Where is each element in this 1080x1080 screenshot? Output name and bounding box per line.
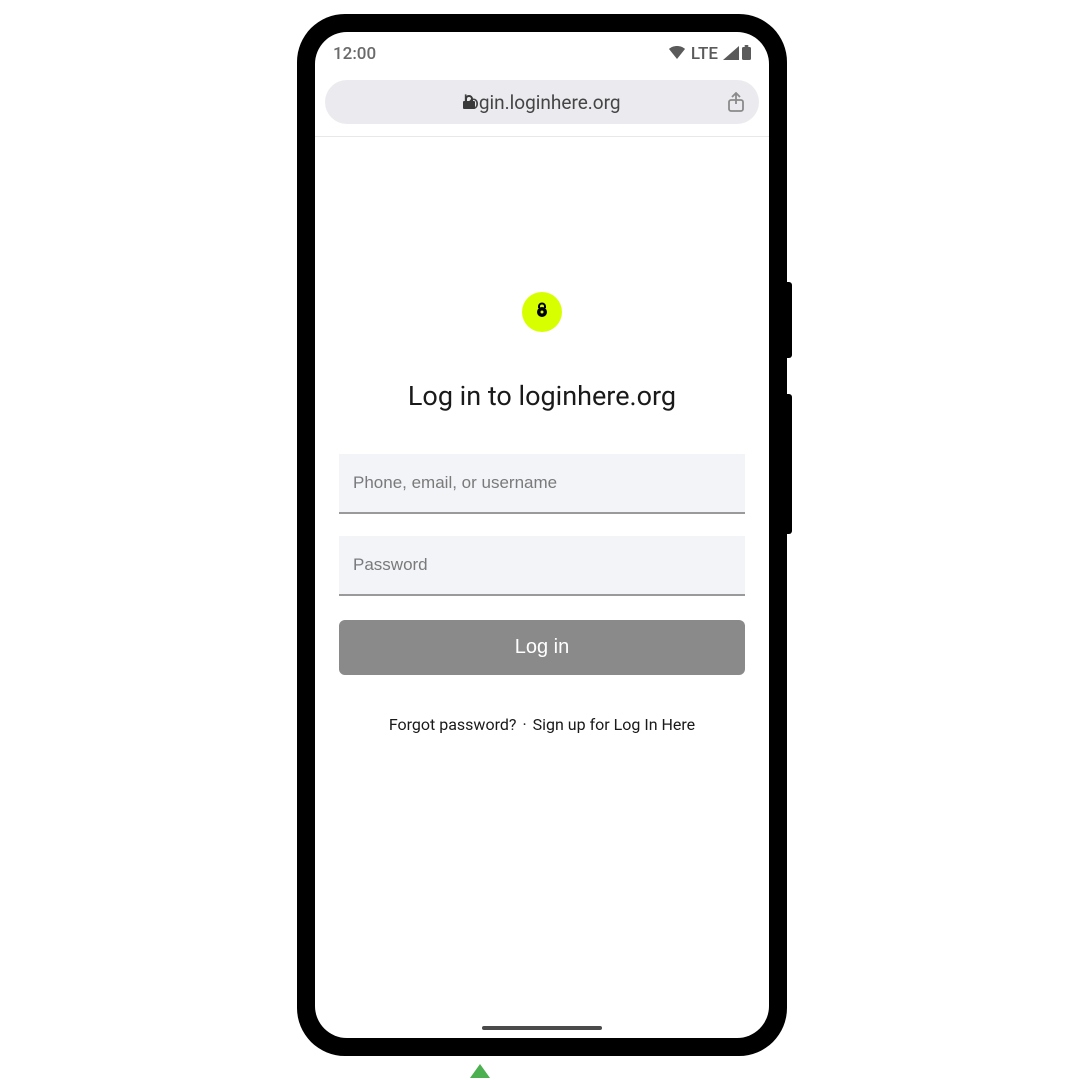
address-bar[interactable]: login.loginhere.org (325, 80, 759, 124)
footer-separator: · (522, 715, 526, 734)
status-time: 12:00 (333, 44, 376, 64)
footer-links: Forgot password? · Sign up for Log In He… (389, 715, 695, 734)
status-bar: 12:00 LTE (315, 32, 769, 72)
phone-frame: 12:00 LTE login.loginhere.org (297, 14, 787, 1056)
cursor-arrow-icon (470, 1064, 490, 1078)
cell-signal-icon (723, 45, 739, 64)
username-input[interactable] (339, 454, 745, 514)
page-title: Log in to loginhere.org (408, 380, 676, 412)
signup-link[interactable]: Sign up for Log In Here (533, 715, 696, 734)
wifi-icon (668, 45, 686, 64)
home-indicator[interactable] (482, 1026, 602, 1030)
site-logo (522, 292, 562, 332)
network-type-label: LTE (691, 44, 718, 64)
logo-lock-icon (535, 302, 549, 322)
browser-chrome: login.loginhere.org (315, 72, 769, 137)
battery-icon (742, 45, 751, 64)
page-content: Log in to loginhere.org Log in Forgot pa… (315, 137, 769, 1038)
status-indicators: LTE (668, 44, 751, 64)
forgot-password-link[interactable]: Forgot password? (389, 715, 517, 734)
phone-screen: 12:00 LTE login.loginhere.org (315, 32, 769, 1038)
lock-icon (463, 95, 475, 109)
password-input[interactable] (339, 536, 745, 596)
phone-side-button-1 (787, 282, 792, 358)
login-button[interactable]: Log in (339, 620, 745, 675)
address-url: login.loginhere.org (463, 91, 620, 114)
phone-side-button-2 (787, 394, 792, 534)
share-icon[interactable] (727, 92, 745, 112)
